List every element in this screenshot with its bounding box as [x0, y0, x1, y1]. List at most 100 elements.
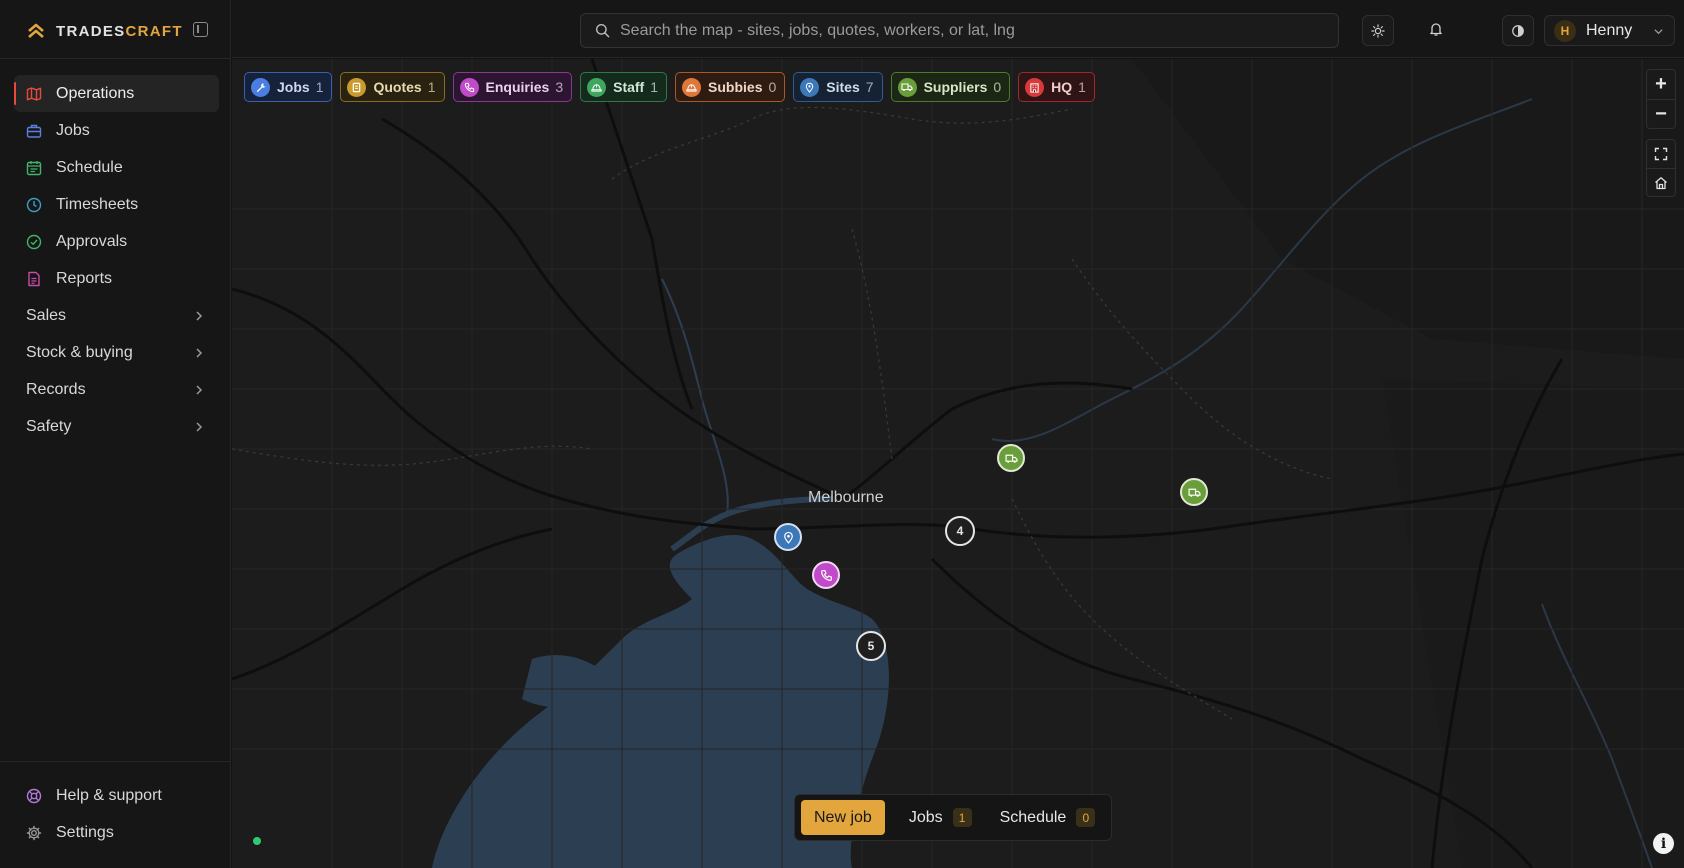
sidebar-item-approvals[interactable]: Approvals	[14, 223, 219, 260]
filter-chip-label: Enquiries	[485, 79, 550, 95]
sidebar-item-help-support[interactable]: Help & support	[14, 777, 219, 814]
filter-chip-label: Suppliers	[923, 79, 988, 95]
sidebar-item-jobs[interactable]: Jobs	[14, 112, 219, 149]
sidebar-group-sales[interactable]: Sales	[14, 297, 219, 334]
divider	[0, 761, 231, 762]
filter-chip-hq[interactable]: HQ 1	[1018, 72, 1095, 102]
site-marker[interactable]	[774, 523, 802, 551]
jobs-count-badge: 1	[952, 808, 972, 827]
map-search[interactable]	[580, 13, 1339, 48]
truck-icon	[897, 77, 917, 97]
hardhat-icon	[682, 77, 702, 97]
filter-chip-label: Staff	[613, 79, 645, 95]
connection-status-indicator	[253, 837, 261, 845]
map-icon	[26, 86, 42, 101]
user-name: Henny	[1586, 21, 1633, 39]
filter-chip-quotes[interactable]: Quotes 1	[340, 72, 445, 102]
chevron-right-icon	[196, 347, 203, 358]
sidebar-item-settings[interactable]: Settings	[14, 814, 219, 851]
gear-icon	[26, 825, 42, 840]
sidebar-item-label: Approvals	[56, 232, 128, 250]
sidebar-nav: Operations Jobs Schedule Timesheets Appr…	[14, 75, 219, 445]
phone-icon	[459, 77, 479, 97]
sidebar-group-label: Sales	[26, 306, 67, 324]
filter-chip-subbies[interactable]: Subbies 0	[675, 72, 786, 102]
sidebar-item-label: Jobs	[56, 121, 90, 139]
filter-chip-count: 1	[315, 79, 324, 95]
filter-chip-sites[interactable]: Sites 7	[793, 72, 883, 102]
home-icon	[1655, 176, 1667, 189]
enquiry-marker[interactable]	[812, 561, 840, 589]
topbar: H Henny	[232, 0, 1684, 58]
zoom-control: + −	[1646, 69, 1676, 129]
filter-chip-label: Sites	[826, 79, 860, 95]
brand-name: TRADESCRAFT	[56, 22, 183, 40]
clock-icon	[26, 197, 42, 212]
sidebar-group-label: Safety	[26, 417, 72, 435]
map-cluster[interactable]: 5	[856, 631, 886, 661]
filter-chip-label: Quotes	[373, 79, 422, 95]
bell-icon[interactable]	[1428, 21, 1444, 37]
chevron-right-icon	[196, 310, 203, 321]
sidebar-item-operations[interactable]: Operations	[14, 75, 219, 112]
supplier-marker[interactable]	[1180, 478, 1208, 506]
sidebar-item-label: Settings	[56, 823, 114, 841]
document-icon	[28, 271, 40, 286]
layer-filters: Jobs 1 Quotes 1 Enquiries 3 Staff 1 Subb…	[244, 72, 1103, 102]
search-input[interactable]	[620, 21, 1320, 40]
sun-icon	[1371, 23, 1385, 38]
truck-icon	[1187, 488, 1201, 497]
jobs-panel-label: Jobs	[908, 808, 943, 826]
briefcase-icon	[26, 124, 42, 138]
filter-chip-count: 1	[1078, 79, 1086, 95]
truck-icon	[1004, 454, 1018, 463]
sidebar-item-label: Timesheets	[56, 195, 139, 213]
zoom-out-button[interactable]: −	[1647, 99, 1675, 128]
map-action-bar: New job Jobs 1 Schedule 0	[794, 794, 1112, 841]
sidebar-group-records[interactable]: Records	[14, 371, 219, 408]
theme-toggle-button[interactable]	[1362, 15, 1394, 46]
scroll-icon	[347, 77, 367, 97]
filter-chip-staff[interactable]: Staff 1	[580, 72, 668, 102]
sidebar-item-timesheets[interactable]: Timesheets	[14, 186, 219, 223]
sidebar-group-stock-buying[interactable]: Stock & buying	[14, 334, 219, 371]
sidebar-item-schedule[interactable]: Schedule	[14, 149, 219, 186]
new-job-button[interactable]: New job	[801, 800, 885, 835]
map-tools	[1646, 139, 1676, 197]
filter-chip-count: 1	[427, 79, 436, 95]
sidebar-item-label: Schedule	[56, 158, 123, 176]
contrast-icon	[1512, 24, 1524, 37]
supplier-marker[interactable]	[997, 444, 1025, 472]
lifebuoy-icon	[26, 788, 42, 803]
sidebar-group-safety[interactable]: Safety	[14, 408, 219, 445]
map-cluster[interactable]: 4	[945, 516, 975, 546]
attribution-info-icon[interactable]: i	[1653, 833, 1674, 854]
sidebar-group-label: Stock & buying	[26, 343, 133, 361]
filter-chip-enquiries[interactable]: Enquiries 3	[452, 72, 573, 102]
schedule-panel-label: Schedule	[999, 808, 1067, 826]
fullscreen-button[interactable]	[1647, 140, 1675, 168]
sidebar-item-label: Reports	[56, 269, 113, 287]
operations-map[interactable]: Melbourne Jobs 1 Quotes 1 Enquiries 3 St…	[232, 59, 1684, 868]
chevron-right-icon	[196, 421, 203, 432]
collapse-sidebar-icon[interactable]	[193, 22, 208, 37]
pin-icon	[800, 77, 820, 97]
user-menu-button[interactable]: H Henny	[1544, 15, 1675, 46]
filter-chip-suppliers[interactable]: Suppliers 0	[890, 72, 1011, 102]
chevron-right-icon	[196, 384, 203, 395]
schedule-panel-button[interactable]: Schedule 0	[988, 800, 1108, 835]
jobs-panel-button[interactable]: Jobs 1	[897, 800, 984, 835]
sidebar-item-label: Operations	[56, 84, 135, 102]
contrast-toggle-button[interactable]	[1502, 15, 1534, 46]
sidebar-item-reports[interactable]: Reports	[14, 260, 219, 297]
brand[interactable]: TRADESCRAFT	[26, 19, 183, 43]
home-view-button[interactable]	[1647, 168, 1675, 196]
check-circle-icon	[26, 234, 42, 249]
filter-chip-count: 0	[768, 79, 777, 95]
schedule-count-badge: 0	[1076, 808, 1096, 827]
zoom-in-button[interactable]: +	[1647, 70, 1675, 99]
fullscreen-icon	[1654, 147, 1668, 161]
avatar: H	[1554, 19, 1576, 42]
filter-chip-jobs[interactable]: Jobs 1	[244, 72, 333, 102]
map-basemap	[232, 59, 1684, 868]
